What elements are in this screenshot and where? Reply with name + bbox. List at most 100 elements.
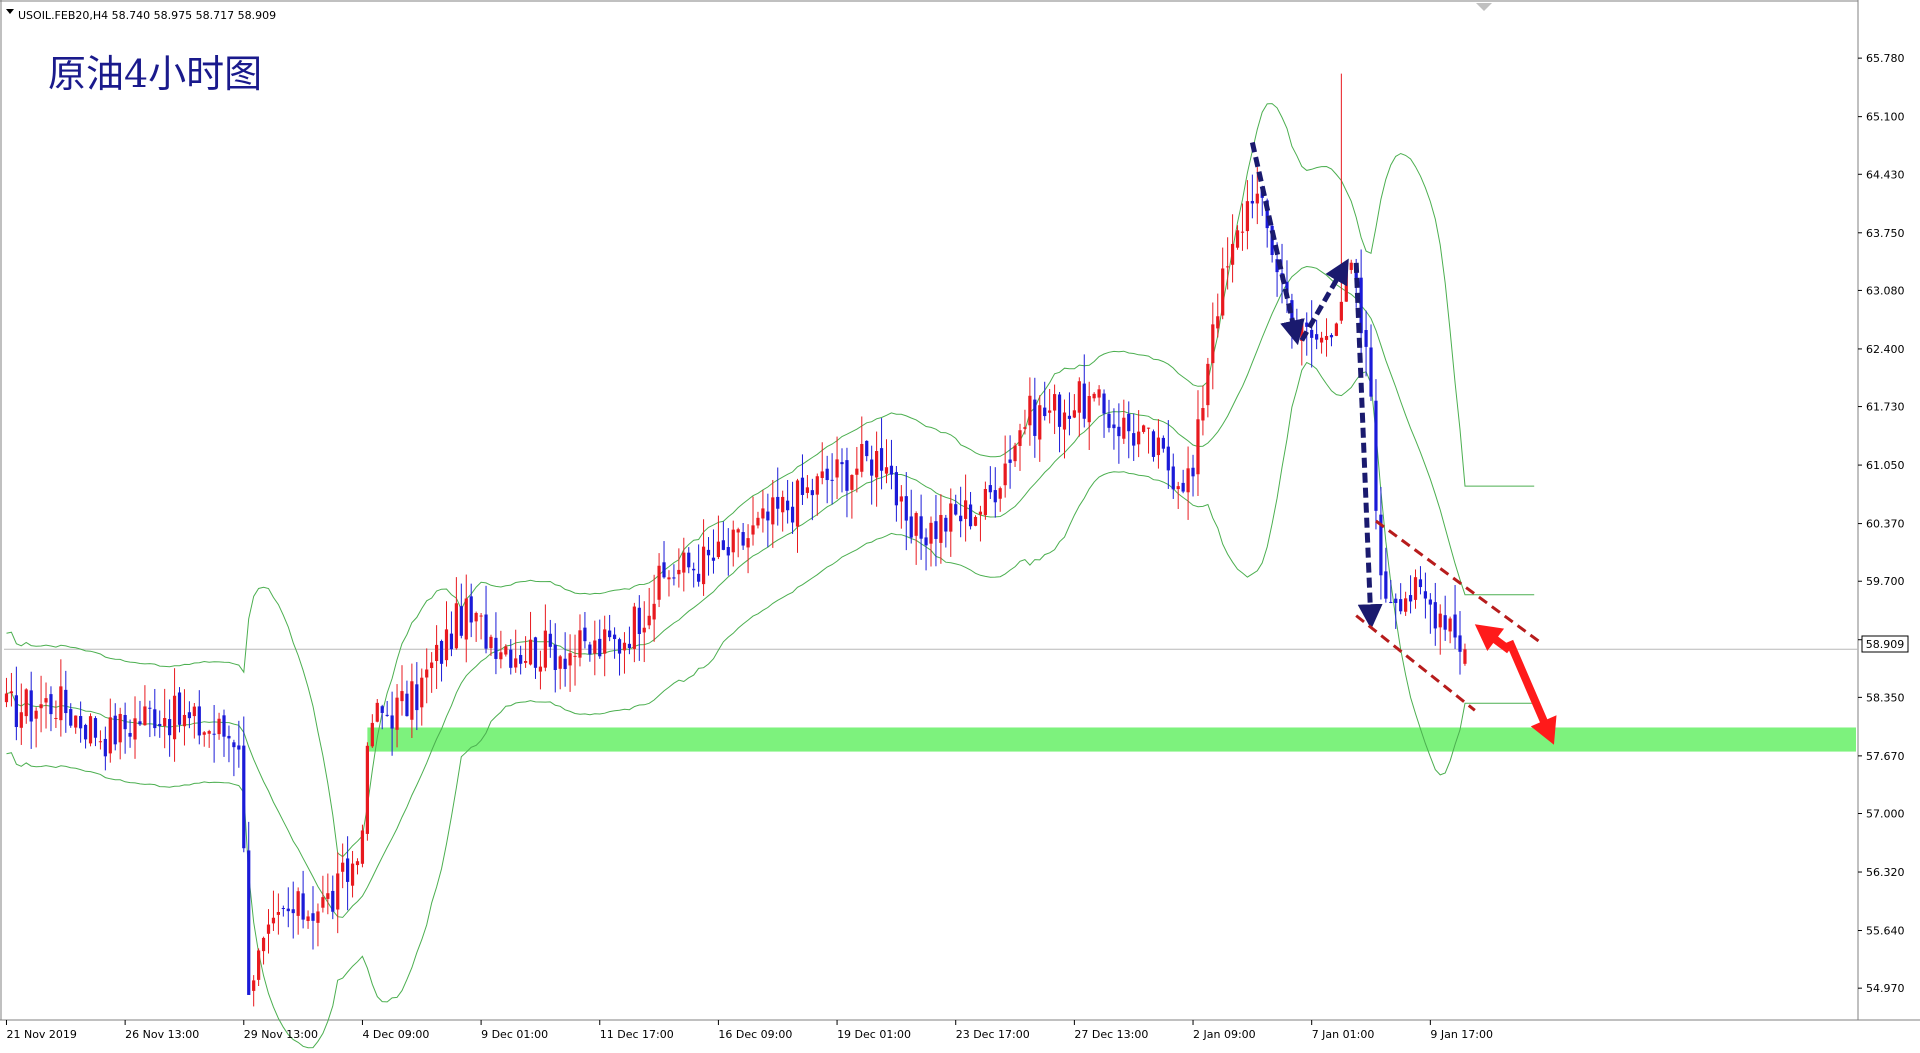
candle-body xyxy=(380,706,384,713)
candle-body xyxy=(168,719,172,736)
candle-body xyxy=(469,596,473,623)
candle-body xyxy=(34,710,38,719)
candle-body xyxy=(820,471,824,478)
candle-body xyxy=(1250,200,1254,204)
candle-body xyxy=(919,516,923,539)
chart-svg: 65.780 65.100 64.430 63.750 63.080 62.400 61.7… xyxy=(0,0,1920,1049)
candle-body xyxy=(1052,394,1057,411)
candle-body xyxy=(1339,301,1343,321)
x-tick-label: 7 Jan 01:00 xyxy=(1312,1028,1375,1041)
symbol-info: USOIL.FEB20,H4 58.740 58.975 58.717 58.9… xyxy=(18,9,276,22)
candle xyxy=(360,824,365,868)
x-tick-label: 23 Dec 17:00 xyxy=(956,1028,1030,1041)
candle-body xyxy=(998,488,1002,499)
candle-body xyxy=(1137,431,1141,445)
candle-body xyxy=(390,715,394,729)
candle-body xyxy=(276,912,280,915)
candle-body xyxy=(983,488,987,516)
candle-body xyxy=(346,858,350,882)
candle-body xyxy=(69,709,73,726)
candle-body xyxy=(1315,334,1319,340)
candle-body xyxy=(637,607,641,635)
candle-body xyxy=(9,691,14,694)
candle-body xyxy=(662,562,666,578)
candle-body xyxy=(993,490,997,503)
candle-body xyxy=(617,639,622,654)
candle-body xyxy=(612,634,617,640)
candle-body xyxy=(1112,424,1116,429)
candle-body xyxy=(237,745,241,750)
candle-body xyxy=(163,718,167,727)
candle-body xyxy=(726,547,730,556)
candle-body xyxy=(1156,437,1161,456)
candle-body xyxy=(1097,389,1101,398)
candle-body xyxy=(449,633,454,650)
y-tick-label: 57.670 xyxy=(1866,750,1905,763)
candle-body xyxy=(14,695,18,728)
candle-body xyxy=(647,615,651,626)
candle-body xyxy=(1161,437,1165,449)
candle-body xyxy=(875,451,879,478)
candle-body xyxy=(776,496,780,509)
candle xyxy=(1334,322,1339,337)
candle-body xyxy=(24,689,28,717)
candle-body xyxy=(49,694,53,715)
candle-body xyxy=(321,897,325,908)
candle-body xyxy=(766,511,770,521)
candle-body xyxy=(914,513,918,536)
candle-body xyxy=(207,731,211,734)
candle-body xyxy=(1319,337,1324,343)
candle-body xyxy=(1023,427,1027,429)
candle-body xyxy=(266,924,271,934)
candle-body xyxy=(74,715,78,728)
y-tick-label: 58.350 xyxy=(1866,691,1905,704)
candle-body xyxy=(860,443,864,472)
candle-body xyxy=(1310,329,1314,338)
candle-body xyxy=(786,500,790,511)
candle-body xyxy=(697,573,701,582)
candle-body xyxy=(1057,394,1062,427)
x-tick-label: 11 Dec 17:00 xyxy=(600,1028,674,1041)
candle-body xyxy=(148,707,152,709)
candle-body xyxy=(227,735,231,739)
candle-body xyxy=(271,917,276,924)
candle-body xyxy=(108,717,112,754)
x-tick-label: 16 Dec 09:00 xyxy=(718,1028,792,1041)
x-tick-label: 26 Nov 13:00 xyxy=(125,1028,199,1041)
candle-body xyxy=(583,627,587,642)
candle-body xyxy=(1428,599,1432,605)
candle-body xyxy=(563,658,567,670)
candle-body xyxy=(1082,383,1086,419)
candle-body xyxy=(1394,598,1398,604)
candle-body xyxy=(1423,591,1428,599)
candle-body xyxy=(509,649,513,668)
candle-body xyxy=(118,713,122,743)
candle-body xyxy=(202,732,206,735)
candle-body xyxy=(360,830,365,864)
candle-body xyxy=(1033,399,1037,436)
candle-body xyxy=(632,606,636,649)
candle-body xyxy=(924,537,928,546)
candle-body xyxy=(1122,417,1126,439)
candle-body xyxy=(1117,426,1121,437)
candle-body xyxy=(1176,486,1180,490)
candle-body xyxy=(687,552,691,568)
candle-body xyxy=(973,516,978,526)
candle-body xyxy=(790,506,795,523)
candle-body xyxy=(1062,412,1067,430)
x-tick-label: 27 Dec 13:00 xyxy=(1074,1028,1148,1041)
candle-body xyxy=(133,718,137,740)
candle-body xyxy=(1216,316,1220,329)
candle-body xyxy=(1201,408,1205,421)
candle-body xyxy=(835,459,839,478)
candle-body xyxy=(301,893,305,920)
y-tick-label: 63.750 xyxy=(1866,227,1905,240)
candle-body xyxy=(533,637,538,668)
candle-body xyxy=(1349,262,1353,270)
candle-body xyxy=(593,640,597,654)
candle-body xyxy=(197,706,201,736)
candle-body xyxy=(64,689,68,714)
candle-body xyxy=(286,908,290,912)
candle-body xyxy=(627,643,632,649)
candle-body xyxy=(578,630,582,658)
